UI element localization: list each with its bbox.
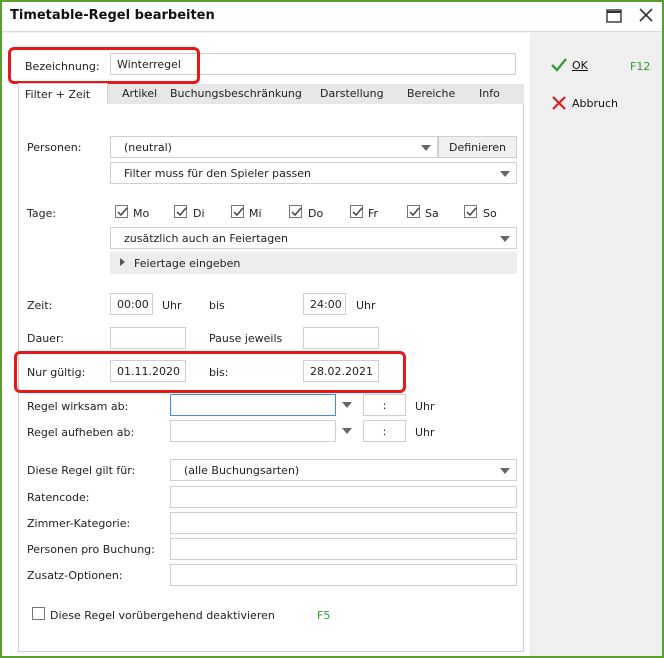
day-label-di: Di [193, 207, 205, 220]
day-label-sa: Sa [425, 207, 439, 220]
cross-icon [552, 96, 566, 110]
triangle-right-icon [120, 258, 125, 266]
day-checkbox-di[interactable] [174, 205, 187, 218]
wirksam-label: Regel wirksam ab: [27, 400, 129, 413]
time-from-unit: Uhr [162, 299, 182, 312]
wirksam-time-input[interactable]: : [363, 394, 406, 416]
time-to-unit: Uhr [356, 299, 376, 312]
dauer-input[interactable] [110, 327, 186, 349]
day-label-mo: Mo [133, 207, 150, 220]
wirksam-date-input[interactable] [170, 394, 336, 416]
aufheben-unit: Uhr [415, 426, 435, 439]
holiday-select-value: zusätzlich auch an Feiertagen [124, 232, 288, 245]
day-checkbox-so[interactable] [464, 205, 477, 218]
tab-filter-zeit[interactable]: Filter + Zeit [18, 83, 108, 105]
ok-shortcut: F12 [630, 60, 651, 73]
highlight-gueltig [14, 351, 406, 393]
time-to-input[interactable]: 24:00 [303, 293, 346, 315]
zusatz-label: Zusatz-Optionen: [27, 569, 123, 582]
ratencode-label: Ratencode: [27, 491, 90, 504]
aufheben-label: Regel aufheben ab: [27, 426, 135, 439]
define-button[interactable]: Definieren [438, 136, 517, 158]
tab-darstellung[interactable]: Darstellung [320, 87, 384, 100]
ok-label: OK [572, 59, 588, 72]
tage-label: Tage: [27, 207, 57, 220]
deactivate-shortcut: F5 [317, 609, 331, 622]
day-checkbox-sa[interactable] [407, 205, 420, 218]
holiday-expander[interactable]: Feiertage eingeben [110, 252, 517, 274]
deactivate-checkbox[interactable] [32, 607, 45, 620]
main-panel: Bezeichnung: Winterregel Filter + Zeit A… [2, 33, 530, 656]
wirksam-unit: Uhr [415, 400, 435, 413]
check-icon [352, 207, 363, 217]
aufheben-dropdown[interactable] [336, 420, 358, 442]
cancel-label: Abbruch [572, 97, 619, 110]
chevron-down-icon [342, 402, 352, 408]
chevron-down-icon [421, 145, 431, 151]
day-checkbox-do[interactable] [289, 205, 302, 218]
checkmark-icon [551, 58, 567, 72]
zimmer-input[interactable] [170, 512, 517, 534]
gilt-fuer-label: Diese Regel gilt für: [27, 464, 136, 477]
personen-label: Personen: [27, 141, 82, 154]
zusatz-input[interactable] [170, 564, 517, 586]
day-label-fr: Fr [368, 207, 379, 220]
ratencode-input[interactable] [170, 486, 517, 508]
check-icon [291, 207, 302, 217]
tab-buchungsbeschraenkung[interactable]: Buchungsbeschränkung [170, 87, 302, 100]
pause-input[interactable] [303, 327, 379, 349]
dauer-label: Dauer: [27, 332, 64, 345]
check-icon [117, 207, 128, 217]
day-label-mi: Mi [249, 207, 262, 220]
check-icon [176, 207, 187, 217]
aufheben-date-input[interactable] [170, 420, 336, 442]
title-bar: Timetable-Regel bearbeiten [2, 2, 662, 32]
window-title: Timetable-Regel bearbeiten [10, 8, 215, 23]
chevron-down-icon [500, 468, 510, 474]
filter-select-value: Filter muss für den Spieler passen [124, 167, 312, 180]
close-button[interactable] [635, 6, 657, 26]
dialog-window: Timetable-Regel bearbeiten Bezeichnung: … [0, 0, 664, 658]
chevron-down-icon [500, 236, 510, 242]
aufheben-time-input[interactable]: : [363, 420, 406, 442]
gilt-fuer-select[interactable]: (alle Buchungsarten) [170, 459, 517, 481]
maximize-button[interactable] [603, 6, 625, 26]
gilt-fuer-select-value: (alle Buchungsarten) [184, 464, 300, 477]
holiday-select[interactable]: zusätzlich auch an Feiertagen [110, 227, 517, 249]
personen-select[interactable]: (neutral) [110, 136, 438, 158]
action-sidebar: OK F12 Abbruch [530, 33, 662, 656]
holiday-expander-label: Feiertage eingeben [134, 257, 241, 270]
personen-buchung-label: Personen pro Buchung: [27, 543, 155, 556]
personen-select-value: (neutral) [124, 141, 172, 154]
zimmer-label: Zimmer-Kategorie: [27, 517, 131, 530]
personen-buchung-input[interactable] [170, 538, 517, 560]
close-icon [639, 8, 653, 22]
tab-bereiche[interactable]: Bereiche [407, 87, 455, 100]
day-checkbox-fr[interactable] [350, 205, 363, 218]
tab-artikel[interactable]: Artikel [122, 87, 157, 100]
wirksam-dropdown[interactable] [336, 394, 358, 416]
tab-info[interactable]: Info [479, 87, 500, 100]
day-label-so: So [483, 207, 497, 220]
check-icon [233, 207, 244, 217]
maximize-icon [606, 9, 622, 23]
chevron-down-icon [500, 171, 510, 177]
time-from-input[interactable]: 00:00 [110, 293, 153, 315]
cancel-button[interactable]: Abbruch [550, 95, 640, 113]
zeit-label: Zeit: [27, 299, 53, 312]
time-bis-label: bis [209, 299, 225, 312]
day-label-do: Do [308, 207, 324, 220]
check-icon [466, 207, 477, 217]
chevron-down-icon [342, 428, 352, 434]
deactivate-label: Diese Regel vorübergehend deaktivieren [50, 609, 275, 622]
filter-select[interactable]: Filter muss für den Spieler passen [110, 162, 517, 184]
highlight-bezeichnung [8, 47, 200, 84]
day-checkbox-mi[interactable] [231, 205, 244, 218]
check-icon [409, 207, 420, 217]
tab-bar: Filter + Zeit Artikel Buchungsbeschränku… [18, 83, 524, 105]
pause-label: Pause jeweils [209, 332, 283, 345]
day-checkbox-mo[interactable] [115, 205, 128, 218]
